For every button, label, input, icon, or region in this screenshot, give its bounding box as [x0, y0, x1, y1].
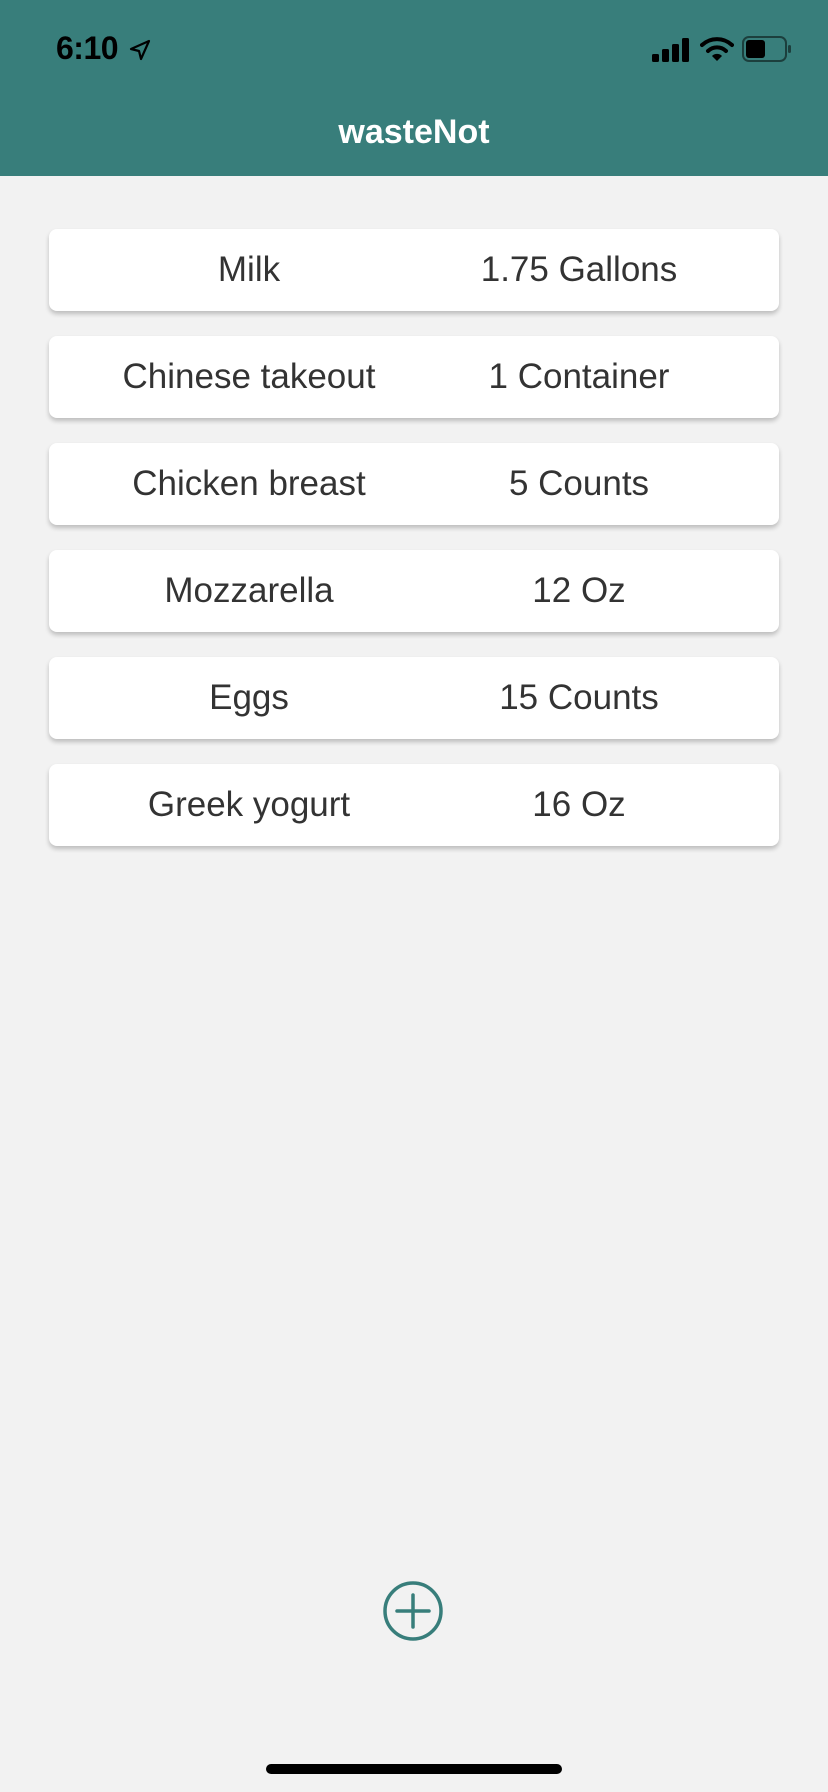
list-item[interactable]: Mozzarella 12 Oz	[49, 550, 779, 632]
list-item[interactable]: Eggs 15 Counts	[49, 657, 779, 739]
battery-icon	[742, 36, 791, 62]
status-time: 6:10	[56, 30, 119, 66]
cellular-signal-icon	[652, 38, 689, 62]
location-arrow-icon	[129, 39, 151, 61]
add-item-button[interactable]	[382, 1580, 444, 1642]
list-item[interactable]: Milk 1.75 Gallons	[49, 229, 779, 311]
list-item[interactable]: Greek yogurt 16 Oz	[49, 764, 779, 846]
item-quantity: 12 Oz	[532, 571, 626, 610]
app-title: wasteNot	[338, 113, 490, 151]
item-quantity: 15 Counts	[499, 678, 659, 717]
item-quantity: 5 Counts	[508, 464, 650, 503]
wifi-icon	[700, 37, 734, 61]
item-quantity: 16 Oz	[532, 785, 626, 824]
plus-circle-icon	[383, 1581, 443, 1641]
list-item[interactable]: Chicken breast 5 Counts	[49, 443, 779, 525]
item-quantity: 1.75 Gallons	[480, 250, 678, 289]
item-quantity: 1 Container	[488, 357, 670, 396]
inventory-list: Milk 1.75 Gallons Chinese takeout 1 Cont…	[49, 229, 779, 871]
list-item[interactable]: Chinese takeout 1 Container	[49, 336, 779, 418]
home-indicator[interactable]	[266, 1764, 562, 1774]
app-header: 6:10 wasteNot	[0, 0, 828, 176]
